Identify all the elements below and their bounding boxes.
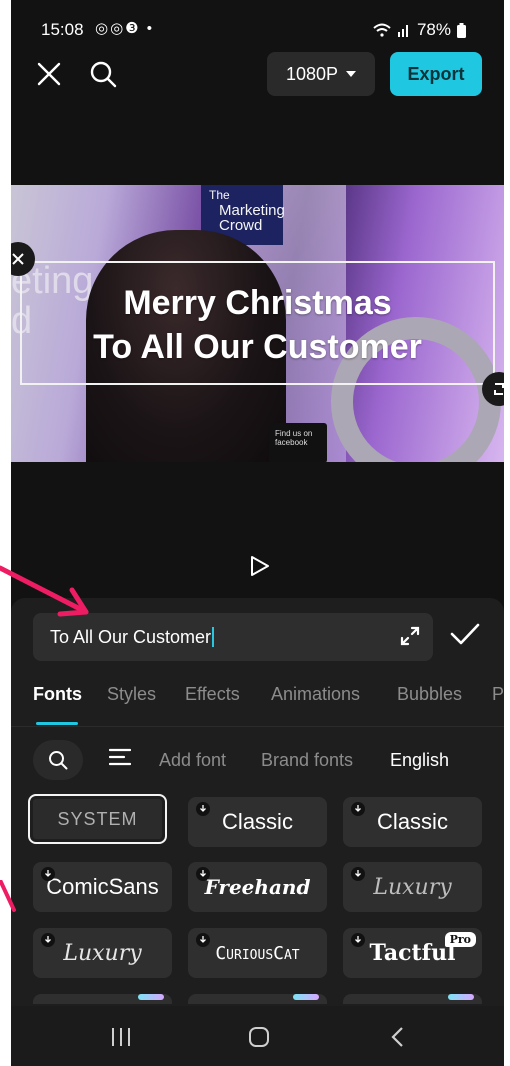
play-icon — [251, 556, 269, 576]
font-tile-curiouscat[interactable]: CuriousCat — [188, 928, 327, 978]
font-label: Tactful — [369, 940, 456, 966]
font-tile-system[interactable]: SYSTEM — [28, 794, 167, 844]
text-edit-panel: To All Our Customer Fonts Styles Effects… — [11, 598, 504, 1066]
active-tab-indicator — [36, 722, 78, 725]
close-button[interactable] — [29, 54, 69, 94]
search-icon — [90, 61, 117, 88]
search-icon — [49, 751, 68, 770]
caret-down-icon — [346, 71, 357, 77]
tab-styles[interactable]: Styles — [107, 684, 156, 705]
close-icon — [12, 253, 24, 265]
resolution-dropdown[interactable]: 1080P — [267, 52, 375, 96]
download-icon — [196, 933, 210, 947]
font-label: Luxury — [373, 874, 452, 900]
rotate-scale-icon — [494, 383, 504, 395]
font-tile-luxury-2[interactable]: Luxury — [33, 928, 172, 978]
play-button[interactable] — [240, 548, 280, 584]
font-tile-comicsans[interactable]: ComicSans — [33, 862, 172, 912]
notification-icons: ◎◎❸ • — [95, 20, 155, 37]
home-icon — [249, 1027, 269, 1047]
pro-badge: Pro — [444, 932, 476, 947]
recent-apps-button[interactable] — [101, 1022, 141, 1052]
top-toolbar: 1080P Export — [11, 52, 504, 100]
download-icon — [196, 867, 210, 881]
font-tile-partial[interactable] — [33, 994, 172, 1004]
badge-partial — [293, 994, 319, 1000]
system-nav-bar — [11, 1006, 504, 1066]
font-label: CuriousCat — [215, 942, 300, 964]
download-icon — [351, 867, 365, 881]
font-label: Luxury — [63, 940, 142, 966]
sign-line: Marketing — [219, 202, 285, 219]
filter-english[interactable]: English — [390, 750, 449, 771]
tab-more[interactable]: P — [492, 684, 504, 705]
font-tile-partial[interactable] — [343, 994, 482, 1004]
tab-fonts[interactable]: Fonts — [33, 684, 82, 705]
status-time: 15:08 — [41, 20, 84, 39]
badge-partial — [138, 994, 164, 1000]
wifi-icon — [373, 23, 391, 37]
filter-add-font[interactable]: Add font — [159, 750, 226, 771]
font-label: Freehand — [204, 875, 311, 899]
download-icon — [41, 867, 55, 881]
status-bar: 15:08 ◎◎❸ • 78% — [11, 0, 504, 60]
font-tile-partial[interactable] — [188, 994, 327, 1004]
sign-line: The — [209, 188, 230, 202]
font-tile-classic-2[interactable]: Classic — [343, 797, 482, 847]
facebook-sign: Find us on facebook — [269, 423, 327, 462]
phone-screen: 15:08 ◎◎❸ • 78% 1080P Export The Marketi… — [11, 0, 504, 1066]
tab-animations[interactable]: Animations — [271, 684, 360, 705]
check-icon — [450, 623, 480, 645]
font-search-button[interactable] — [33, 740, 83, 780]
battery-icon — [457, 22, 466, 38]
confirm-button[interactable] — [450, 622, 480, 651]
font-label: Classic — [377, 809, 448, 834]
expand-button[interactable] — [399, 625, 421, 652]
font-tile-luxury[interactable]: Luxury — [343, 862, 482, 912]
caption-line-1: Merry Christmas — [123, 284, 392, 322]
download-icon — [351, 802, 365, 816]
text-input-value[interactable]: To All Our Customer — [50, 627, 214, 648]
download-icon — [196, 802, 210, 816]
badge-partial — [448, 994, 474, 1000]
export-button[interactable]: Export — [390, 52, 482, 96]
download-icon — [351, 933, 365, 947]
tab-effects[interactable]: Effects — [185, 684, 240, 705]
status-right: 78% — [373, 20, 466, 40]
font-label: ComicSans — [46, 874, 159, 899]
download-icon — [41, 933, 55, 947]
font-tile-tactful[interactable]: Tactful Pro — [343, 928, 482, 978]
resolution-label: 1080P — [285, 63, 339, 84]
recents-icon — [112, 1028, 130, 1046]
caption-line-2: To All Our Customer — [93, 328, 422, 366]
tab-bar: Fonts Styles Effects Animations Bubbles … — [11, 684, 504, 724]
filter-menu-button[interactable] — [108, 748, 132, 771]
font-label: Classic — [222, 809, 293, 834]
tab-bubbles[interactable]: Bubbles — [397, 684, 462, 705]
back-button[interactable] — [377, 1022, 417, 1052]
font-tile-classic[interactable]: Classic — [188, 797, 327, 847]
search-button[interactable] — [83, 54, 123, 94]
caption-text[interactable]: Merry Christmas To All Our Customer — [11, 281, 504, 369]
menu-icon — [108, 748, 132, 766]
font-label: SYSTEM — [57, 808, 138, 829]
back-icon — [391, 1027, 403, 1047]
signal-icon — [397, 25, 408, 37]
text-input-field[interactable]: To All Our Customer — [33, 613, 433, 661]
font-filter-row: Add font Brand fonts English — [11, 738, 504, 782]
filter-brand-fonts[interactable]: Brand fonts — [261, 750, 353, 771]
video-preview[interactable]: The Marketing Crowd eting d Find us on f… — [11, 185, 504, 462]
divider — [11, 726, 504, 727]
font-tile-freehand[interactable]: Freehand — [188, 862, 327, 912]
close-icon — [37, 62, 61, 86]
home-button[interactable] — [239, 1022, 279, 1052]
expand-icon — [400, 626, 420, 646]
battery-percent: 78% — [416, 20, 451, 39]
